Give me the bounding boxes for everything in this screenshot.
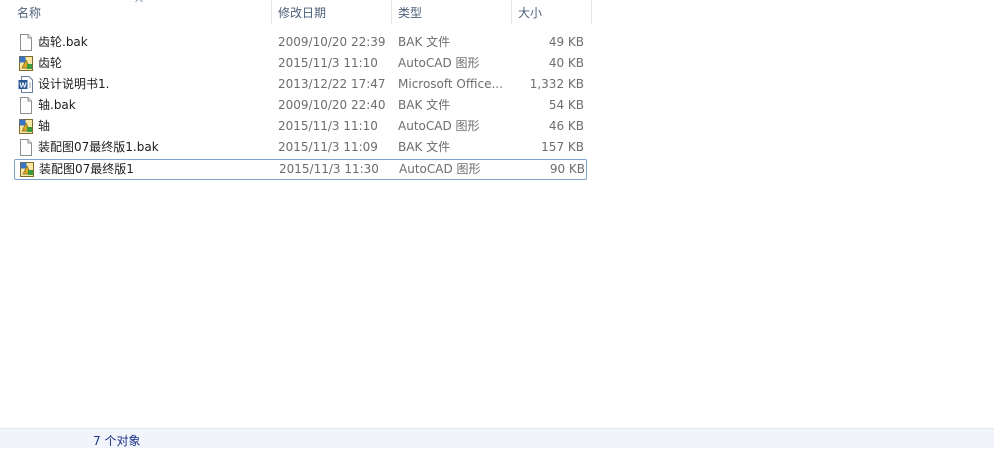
column-header-type-label: 类型 xyxy=(398,6,423,20)
column-header-size-label: 大小 xyxy=(518,6,543,20)
sort-ascending-icon xyxy=(135,0,143,5)
file-date-modified: 2015/11/3 11:09 xyxy=(278,140,378,154)
blank-file-icon xyxy=(18,97,34,114)
column-header-date-label: 修改日期 xyxy=(278,6,327,20)
file-type: BAK 文件 xyxy=(398,140,451,154)
file-type: AutoCAD 图形 xyxy=(398,119,480,133)
blank-file-icon xyxy=(18,34,34,51)
file-date-modified: 2009/10/20 22:40 xyxy=(278,98,386,112)
file-date-modified: 2015/11/3 11:30 xyxy=(279,162,379,176)
file-name: 轴 xyxy=(38,119,51,133)
file-date-modified: 2015/11/3 11:10 xyxy=(278,119,378,133)
file-name: 齿轮 xyxy=(38,56,63,70)
file-size: 49 KB xyxy=(548,35,584,49)
file-row[interactable]: W 设计说明书1. 2013/12/22 17:47 Microsoft Off… xyxy=(14,74,587,95)
file-name: 齿轮.bak xyxy=(38,35,88,49)
file-date-modified: 2015/11/3 11:10 xyxy=(278,56,378,70)
autocad-drawing-icon xyxy=(18,118,34,135)
file-type: AutoCAD 图形 xyxy=(399,162,481,176)
blank-file-icon xyxy=(18,139,34,156)
autocad-drawing-icon xyxy=(19,161,35,178)
column-header-bar: 名称 修改日期 类型 大小 xyxy=(0,0,994,24)
column-header-name-label: 名称 xyxy=(17,6,42,20)
status-bar: 7 个对象 xyxy=(0,428,994,448)
column-header-name[interactable]: 名称 xyxy=(0,0,272,24)
item-count: 7 个对象 xyxy=(93,434,141,448)
file-type: AutoCAD 图形 xyxy=(398,56,480,70)
autocad-drawing-icon xyxy=(18,55,34,72)
file-size: 46 KB xyxy=(548,119,584,133)
file-name: 装配图07最终版1 xyxy=(39,162,134,176)
file-name: 轴.bak xyxy=(38,98,76,112)
file-row[interactable]: 装配图07最终版1.bak 2015/11/3 11:09 BAK 文件 157… xyxy=(14,137,587,158)
file-size: 1,332 KB xyxy=(529,77,584,91)
file-row-selected[interactable]: 装配图07最终版1 2015/11/3 11:30 AutoCAD 图形 90 … xyxy=(14,159,587,180)
column-header-size[interactable]: 大小 xyxy=(512,0,592,24)
word-document-icon: W xyxy=(18,76,34,93)
file-name: 装配图07最终版1.bak xyxy=(38,140,159,154)
file-row[interactable]: 齿轮 2015/11/3 11:10 AutoCAD 图形 40 KB xyxy=(14,53,587,74)
file-type: Microsoft Office... xyxy=(398,77,503,91)
column-header-date-modified[interactable]: 修改日期 xyxy=(272,0,392,24)
file-size: 40 KB xyxy=(548,56,584,70)
file-row[interactable]: 齿轮.bak 2009/10/20 22:39 BAK 文件 49 KB xyxy=(14,32,587,53)
file-row[interactable]: 轴 2015/11/3 11:10 AutoCAD 图形 46 KB xyxy=(14,116,587,137)
file-size: 90 KB xyxy=(549,162,585,176)
file-type: BAK 文件 xyxy=(398,35,451,49)
column-header-type[interactable]: 类型 xyxy=(392,0,512,24)
file-name: 设计说明书1. xyxy=(38,77,110,91)
file-size: 157 KB xyxy=(541,140,584,154)
svg-text:W: W xyxy=(19,80,27,89)
file-date-modified: 2013/12/22 17:47 xyxy=(278,77,386,91)
file-type: BAK 文件 xyxy=(398,98,451,112)
file-row[interactable]: 轴.bak 2009/10/20 22:40 BAK 文件 54 KB xyxy=(14,95,587,116)
file-size: 54 KB xyxy=(548,98,584,112)
file-date-modified: 2009/10/20 22:39 xyxy=(278,35,386,49)
